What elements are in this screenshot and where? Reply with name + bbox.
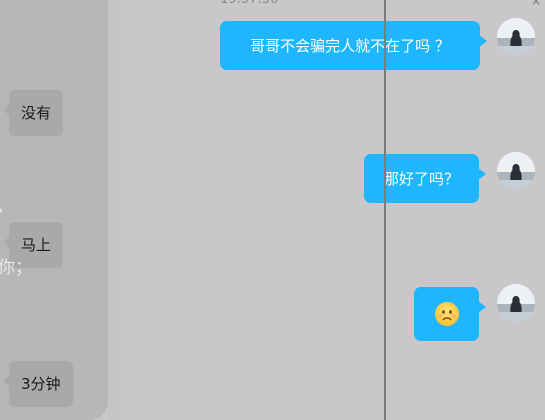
truncated-text-fragment: , (0, 196, 3, 216)
outgoing-message (414, 287, 486, 341)
avatar[interactable] (497, 18, 535, 56)
vertical-divider (384, 0, 386, 420)
message-text: 3分钟 (21, 375, 61, 393)
avatar[interactable] (497, 284, 535, 322)
incoming-message: 3分钟 (3, 361, 73, 407)
message-timestamp: 19:57:36 (220, 0, 278, 8)
message-text: 没有 (21, 104, 52, 122)
outgoing-message: 那好了吗？ (364, 154, 486, 203)
message-text: 那好了吗？ (383, 169, 459, 188)
avatar[interactable] (497, 152, 535, 190)
message-text: 马上 (21, 236, 52, 254)
close-icon[interactable]: × (531, 0, 541, 8)
truncated-text-fragment: 你； (0, 258, 32, 278)
frowning-face-emoji (434, 302, 459, 326)
outgoing-message: 哥哥不会骗完人就不在了吗 ？ (220, 21, 487, 70)
left-panel-edge (108, 0, 120, 420)
message-text: 哥哥不会骗完人就不在了吗 ？ (250, 36, 450, 55)
incoming-message: 没有 (2, 90, 64, 136)
left-chat-panel (0, 0, 108, 420)
